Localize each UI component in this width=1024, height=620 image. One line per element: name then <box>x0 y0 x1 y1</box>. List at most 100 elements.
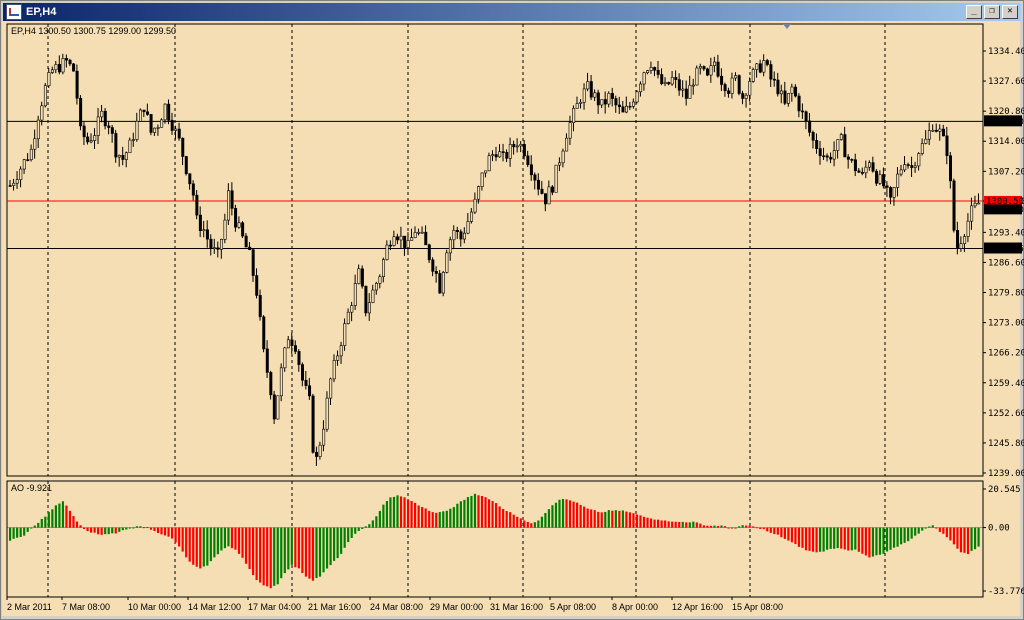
ao-bar <box>699 523 702 528</box>
ao-bar <box>61 501 65 528</box>
ao-bar <box>347 527 350 543</box>
ao-bar <box>755 527 758 529</box>
ao-bar <box>931 525 934 528</box>
candle-body <box>477 186 481 200</box>
candle-body <box>142 109 146 113</box>
candle-body <box>614 98 618 106</box>
ao-tick-label: 20.545 <box>988 485 1021 495</box>
candle-body <box>741 93 745 99</box>
ao-bar <box>54 505 57 528</box>
ao-bar <box>942 527 945 534</box>
ao-bar <box>431 512 434 528</box>
ao-bar <box>523 520 526 528</box>
candle-body <box>61 58 65 73</box>
chart-canvas[interactable]: 1334.401327.601320.801314.001307.201300.… <box>0 0 1024 620</box>
candle-body <box>139 109 143 122</box>
ao-bar <box>223 527 227 549</box>
candle-body <box>251 249 255 276</box>
ao-bar <box>139 526 142 528</box>
candle-body <box>174 128 178 131</box>
candle-body <box>977 202 981 205</box>
candle-body <box>762 60 766 73</box>
candle-body <box>684 88 688 99</box>
hline-price-label: 1289.75 <box>986 245 1024 255</box>
candle-body <box>487 155 491 172</box>
ao-bar <box>625 511 628 528</box>
ao-bar <box>456 503 459 528</box>
candle-body <box>195 194 199 216</box>
ao-bar <box>368 524 371 528</box>
ao-bar <box>709 525 713 528</box>
candle-body <box>100 110 104 118</box>
ao-bar <box>762 527 765 530</box>
candle-body <box>836 139 840 151</box>
candle-body <box>639 83 643 93</box>
candle-body <box>146 111 150 115</box>
ao-bar <box>9 527 12 541</box>
candle-body <box>188 173 192 185</box>
candle-body <box>149 114 153 133</box>
ao-bar <box>111 527 114 534</box>
candle-body <box>230 190 234 209</box>
ao-bar <box>773 527 776 535</box>
candle-body <box>241 222 245 237</box>
ao-bar <box>688 522 691 528</box>
ao-bar <box>752 526 755 528</box>
candle-body <box>790 86 794 94</box>
candle-body <box>885 185 889 188</box>
ao-bar <box>290 527 293 565</box>
candle-body <box>33 138 37 150</box>
candle-body <box>610 93 614 99</box>
candle-body <box>941 128 945 137</box>
time-tick-label: 14 Mar 12:00 <box>188 602 241 612</box>
ao-bar <box>389 497 392 528</box>
candle-body <box>667 82 671 85</box>
ao-bar <box>537 520 540 528</box>
ao-bar <box>649 518 653 528</box>
ao-bar <box>801 527 804 548</box>
ao-bar <box>438 512 441 528</box>
candle-body <box>815 139 819 149</box>
candle-body <box>970 205 974 222</box>
candle-body <box>572 108 576 123</box>
candle-body <box>131 139 135 141</box>
candle-body <box>19 168 23 180</box>
candle-body <box>459 231 463 240</box>
ao-bar <box>340 527 343 554</box>
ao-tick-label: 0.00 <box>988 524 1010 534</box>
ao-bar <box>90 527 93 533</box>
ao-bar <box>382 504 385 528</box>
price-tick-label: 1334.40 <box>988 47 1024 57</box>
ao-bar <box>903 527 906 543</box>
ao-bar <box>58 503 61 528</box>
ao-bar <box>107 527 110 535</box>
ao-bar <box>220 527 223 551</box>
ao-bar <box>558 499 561 528</box>
candle-body <box>445 252 449 273</box>
ao-bar <box>530 523 533 528</box>
ao-bar <box>973 527 977 550</box>
candle-body <box>22 159 26 170</box>
ao-bar <box>597 511 600 528</box>
candle-body <box>325 397 329 430</box>
price-tick-label: 1307.20 <box>988 167 1024 177</box>
candle-body <box>755 63 759 70</box>
candle-body <box>787 93 791 104</box>
ao-bar <box>82 527 86 530</box>
ao-bar <box>181 527 184 552</box>
ao-bar <box>635 514 639 528</box>
ao-bar <box>406 499 410 528</box>
candle-body <box>385 244 389 260</box>
ao-bar <box>819 527 822 552</box>
ao-bar <box>266 527 269 587</box>
candle-body <box>26 159 30 161</box>
candle-body <box>438 273 442 294</box>
candle-body <box>565 137 569 152</box>
candle-body <box>79 97 83 127</box>
ao-bar <box>959 527 963 553</box>
ao-bar <box>632 513 635 528</box>
candle-body <box>586 81 590 90</box>
time-tick-label: 31 Mar 16:00 <box>490 602 543 612</box>
ao-bar <box>142 527 146 529</box>
candle-body <box>452 229 456 241</box>
